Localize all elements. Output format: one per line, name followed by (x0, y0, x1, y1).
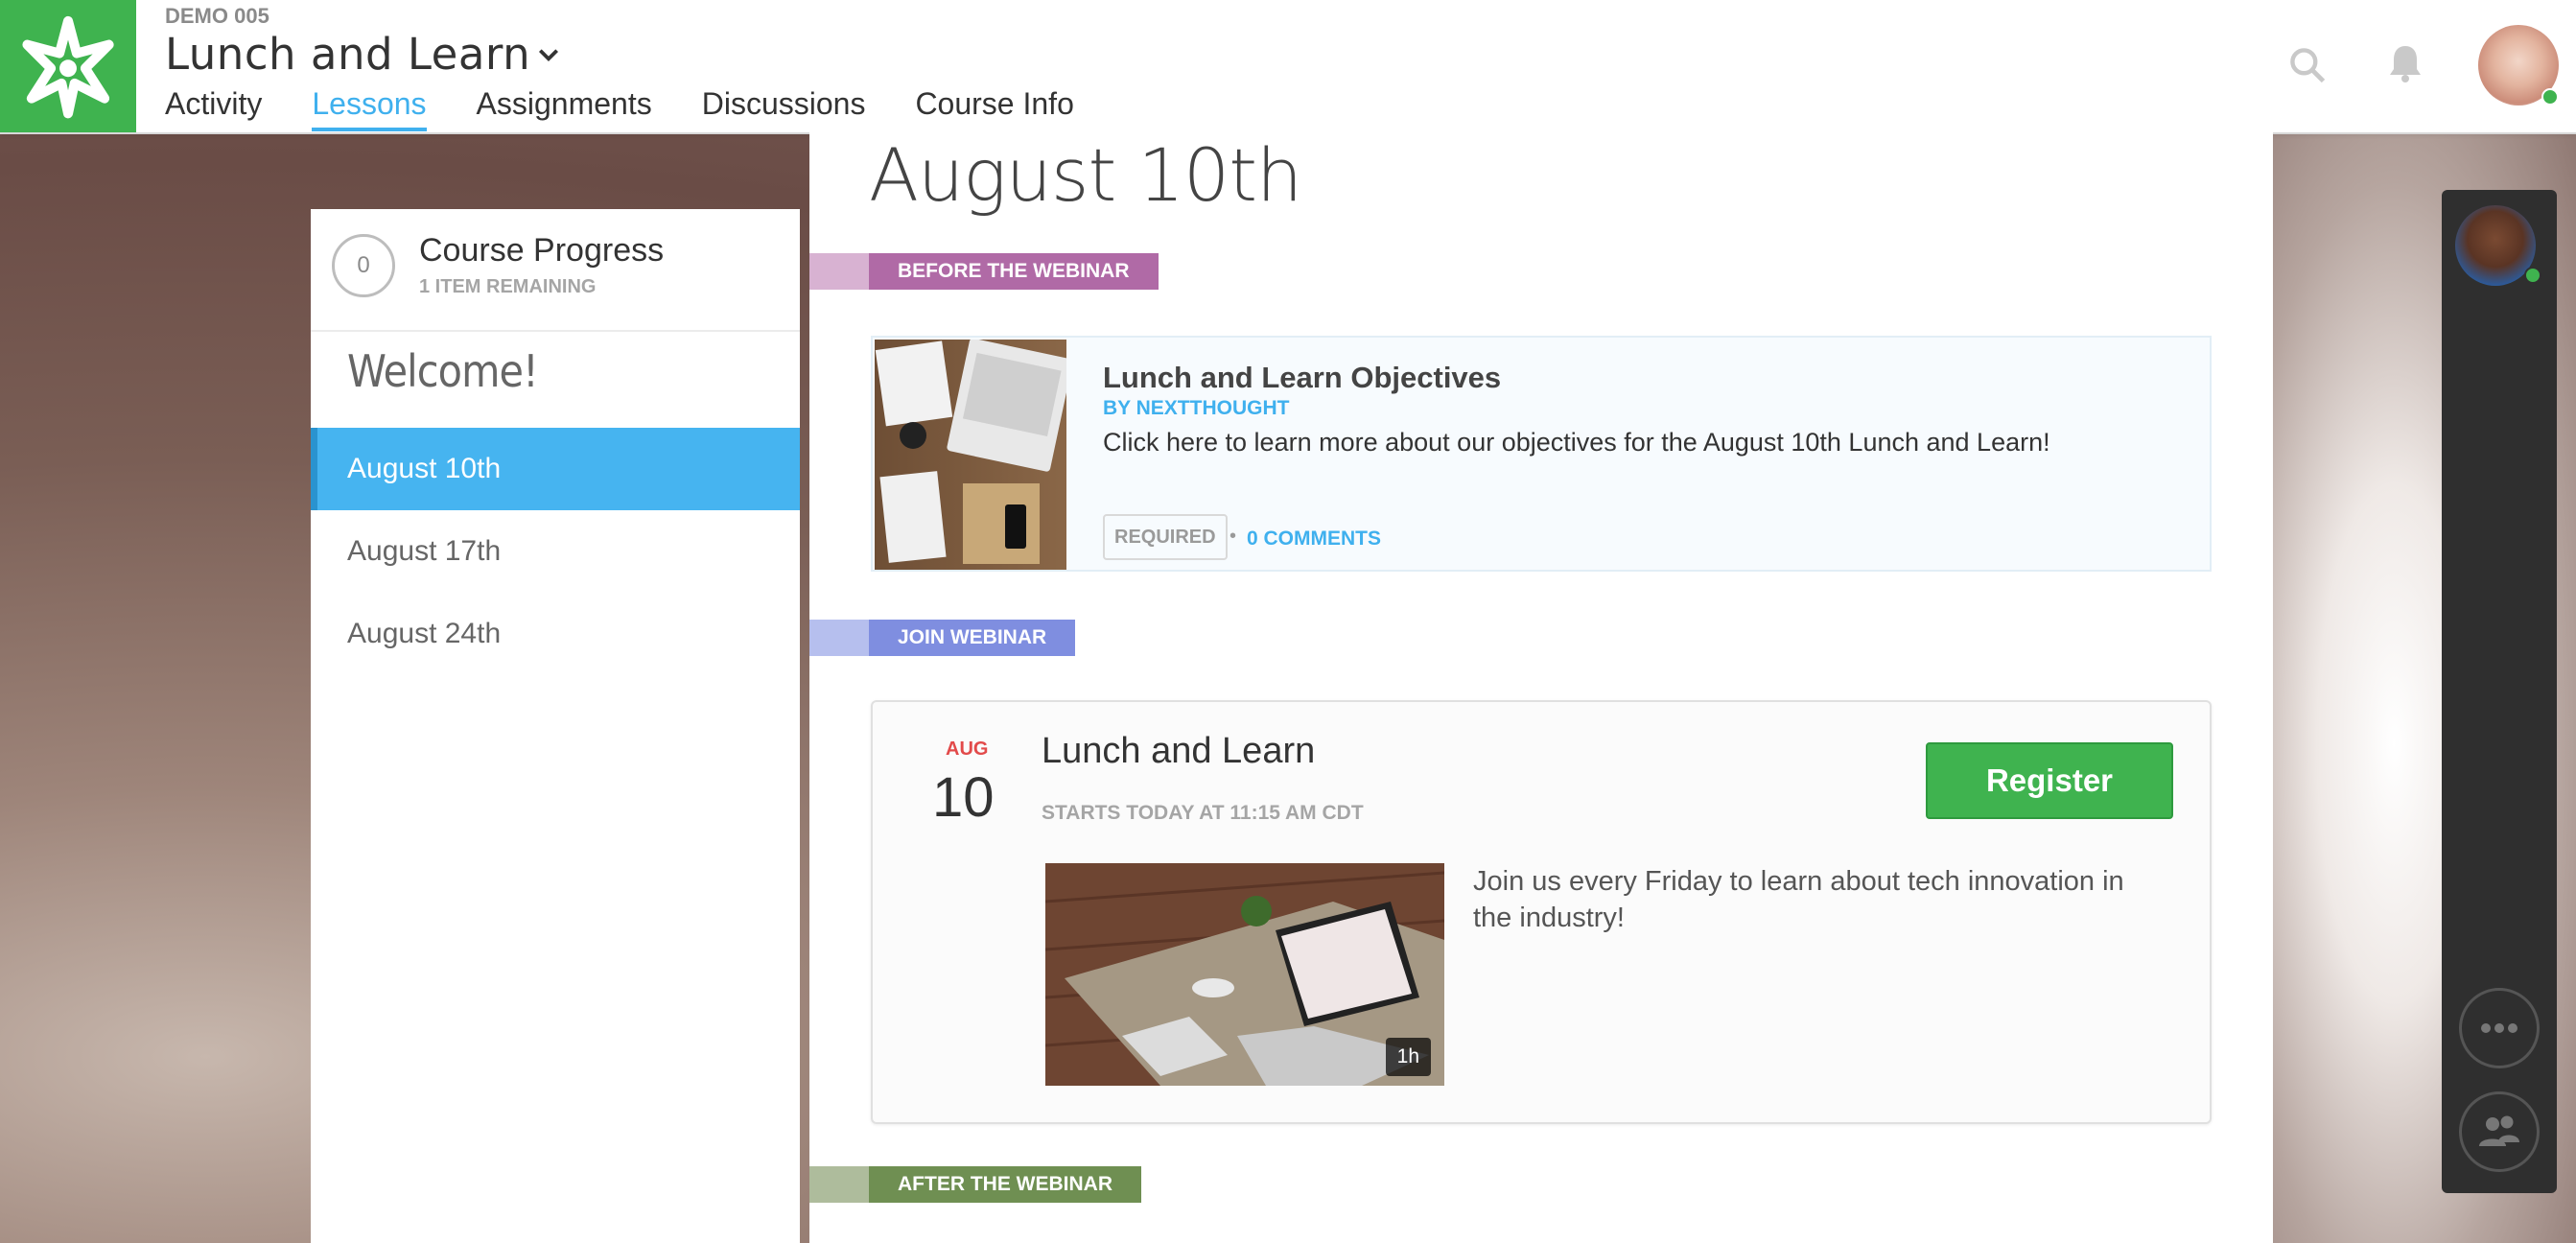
card-thumbnail (875, 338, 1073, 570)
card-description: Click here to learn more about our objec… (1103, 428, 2050, 457)
search-icon[interactable] (2286, 44, 2329, 86)
section-after-webinar: AFTER THE WEBINAR (809, 1166, 1141, 1203)
lesson-sidebar: 0 Course Progress 1 ITEM REMAINING Welco… (311, 209, 800, 1243)
comments-link[interactable]: 0 COMMENTS (1247, 528, 1381, 551)
more-icon[interactable] (2459, 988, 2540, 1068)
lesson-content: August 10th BEFORE THE WEBINAR Lunch and… (809, 132, 2273, 1243)
section-label: AFTER THE WEBINAR (869, 1166, 1141, 1203)
webinar-event-card[interactable]: AUG 10 Lunch and Learn STARTS TODAY AT 1… (871, 700, 2212, 1124)
lesson-august-17[interactable]: August 17th (311, 510, 800, 593)
section-label: BEFORE THE WEBINAR (869, 253, 1159, 290)
duration-badge: 1h (1385, 1038, 1431, 1076)
contacts-rail (2442, 190, 2557, 1193)
progress-title: Course Progress (419, 232, 665, 269)
lesson-august-24[interactable]: August 24th (311, 593, 800, 675)
course-title: Lunch and Learn (165, 29, 531, 80)
progress-ring: 0 (332, 234, 395, 297)
event-title: Lunch and Learn (1042, 731, 1316, 771)
objectives-card[interactable]: Lunch and Learn Objectives BY NEXTTHOUGH… (871, 336, 2212, 572)
course-id: DEMO 005 (165, 4, 269, 28)
event-description: Join us every Friday to learn about tech… (1473, 866, 2124, 933)
people-icon[interactable] (2459, 1091, 2540, 1172)
tab-activity[interactable]: Activity (165, 86, 262, 131)
tab-assignments[interactable]: Assignments (477, 86, 652, 131)
sidebar-welcome[interactable]: Welcome! (347, 345, 539, 397)
section-stub (809, 253, 869, 290)
logo-icon[interactable] (0, 0, 136, 132)
chevron-down-icon (539, 48, 559, 61)
course-title-dropdown[interactable]: Lunch and Learn (165, 29, 561, 80)
card-title: Lunch and Learn Objectives (1103, 361, 1502, 394)
event-start-time: STARTS TODAY AT 11:15 AM CDT (1042, 802, 1364, 824)
online-status-dot (2541, 88, 2559, 106)
event-month: AUG (946, 739, 989, 760)
required-badge: REQUIRED (1103, 514, 1228, 560)
course-progress[interactable]: 0 Course Progress 1 ITEM REMAINING (311, 209, 800, 332)
section-join-webinar: JOIN WEBINAR (809, 620, 1076, 656)
section-label: JOIN WEBINAR (869, 620, 1076, 656)
card-author[interactable]: BY NEXTTHOUGHT (1103, 397, 1289, 420)
section-stub (809, 620, 869, 656)
contact-online-dot (2524, 267, 2541, 284)
bell-icon[interactable] (2382, 40, 2428, 86)
event-thumbnail[interactable]: 1h (1045, 863, 1444, 1086)
section-stub (809, 1166, 869, 1203)
lesson-august-10[interactable]: August 10th (311, 428, 800, 510)
tab-lessons[interactable]: Lessons (312, 86, 427, 131)
section-before-webinar: BEFORE THE WEBINAR (809, 253, 1159, 290)
meta-separator: • (1229, 526, 1237, 547)
progress-remaining: 1 ITEM REMAINING (419, 276, 597, 297)
page-title: August 10th (869, 132, 1302, 218)
course-nav: Activity Lessons Assignments Discussions… (165, 86, 1124, 131)
event-day: 10 (932, 766, 995, 829)
tab-course-info[interactable]: Course Info (915, 86, 1073, 131)
tab-discussions[interactable]: Discussions (702, 86, 866, 131)
top-bar: DEMO 005 Lunch and Learn Activity Lesson… (0, 0, 2576, 134)
register-button[interactable]: Register (1926, 742, 2173, 819)
